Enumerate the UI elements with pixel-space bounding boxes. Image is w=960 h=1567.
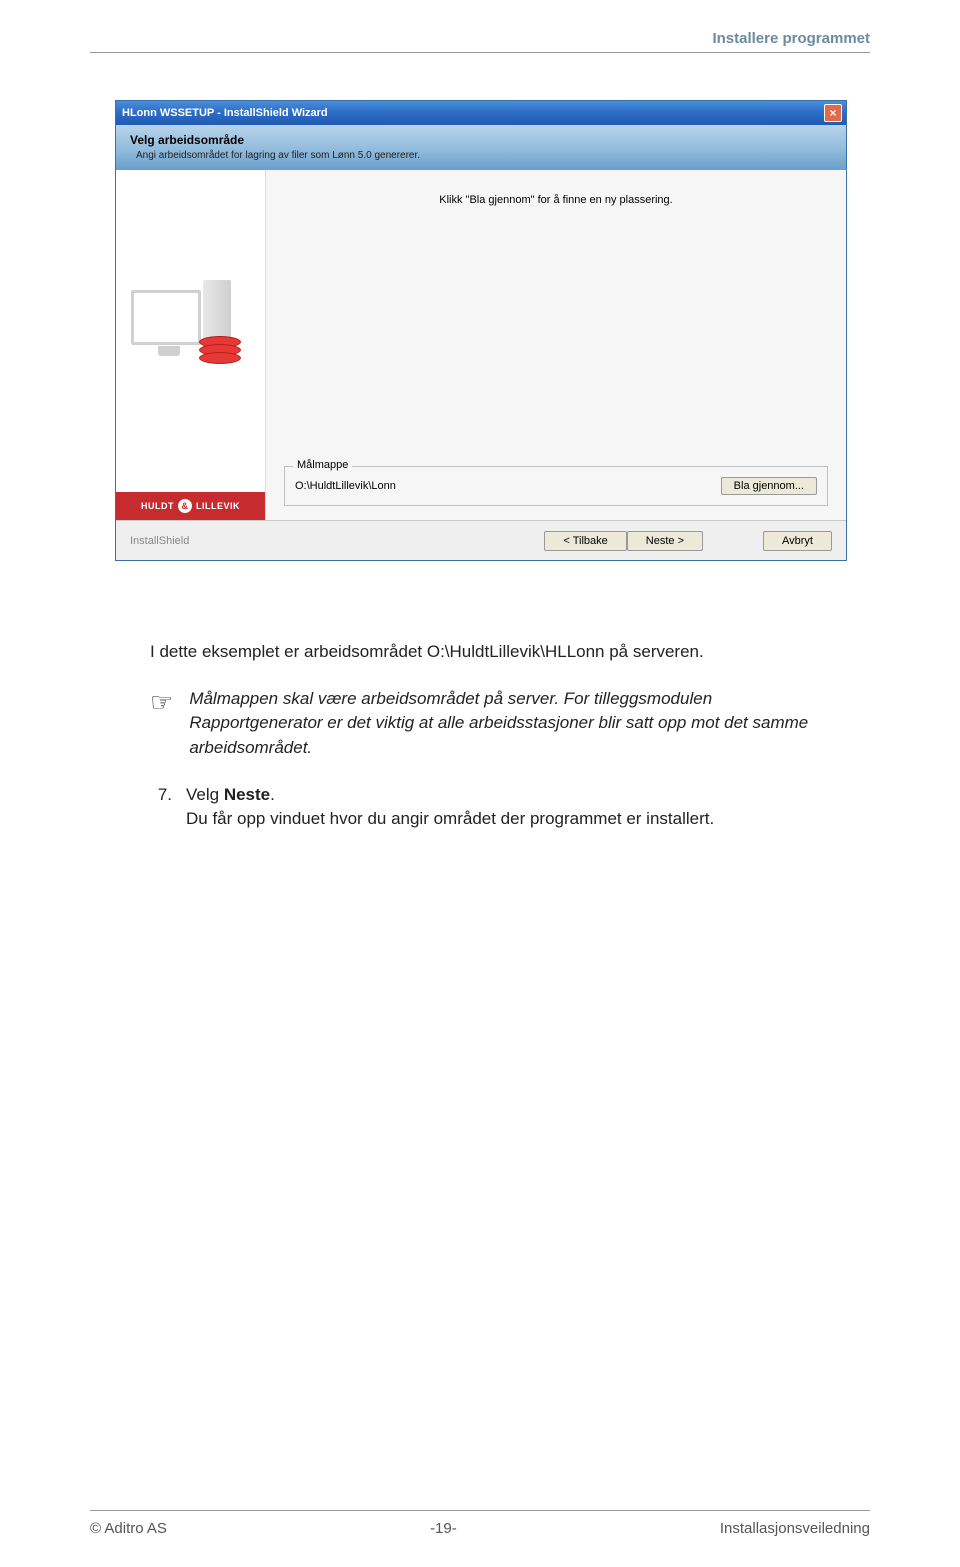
wizard-window: HLonn WSSETUP - InstallShield Wizard × V… — [115, 100, 847, 561]
step-7: 7. Velg Neste. Du får opp vinduet hvor d… — [150, 783, 840, 832]
wizard-main: Klikk "Bla gjennom" for å finne en ny pl… — [266, 170, 846, 520]
wizard-footer: InstallShield < Tilbake Neste > Avbryt — [116, 520, 846, 560]
footer-right: Installasjonsveiledning — [720, 1520, 870, 1537]
wizard-subheader: Velg arbeidsområde Angi arbeidsområdet f… — [116, 125, 846, 170]
target-legend: Målmappe — [293, 459, 352, 471]
page-header-title: Installere programmet — [712, 30, 870, 47]
wizard-body: HULDT & LILLEVIK Klikk "Bla gjennom" for… — [116, 170, 846, 520]
titlebar: HLonn WSSETUP - InstallShield Wizard × — [116, 101, 846, 125]
brand-amp-icon: & — [178, 499, 192, 513]
footer-left: © Aditro AS — [90, 1520, 167, 1537]
target-folder-group: Målmappe O:\HuldtLillevik\Lonn Bla gjenn… — [284, 466, 828, 506]
target-path: O:\HuldtLillevik\Lonn — [295, 480, 713, 492]
disks-icon — [199, 340, 241, 364]
note-text: Målmappen skal være arbeidsområdet på se… — [189, 687, 840, 761]
installshield-label: InstallShield — [130, 535, 544, 547]
intro-paragraph: I dette eksemplet er arbeidsområdet O:\H… — [150, 640, 840, 665]
pointing-hand-icon: ☞ — [150, 687, 173, 761]
cancel-button[interactable]: Avbryt — [763, 531, 832, 551]
step-bold: Neste — [224, 785, 270, 804]
wizard-sidebar: HULDT & LILLEVIK — [116, 170, 266, 520]
wizard-hint: Klikk "Bla gjennom" for å finne en ny pl… — [284, 190, 828, 206]
wizard-step-desc: Angi arbeidsområdet for lagring av filer… — [130, 150, 832, 161]
back-button[interactable]: < Tilbake — [544, 531, 626, 551]
doc-footer: © Aditro AS -19- Installasjonsveiledning — [90, 1520, 870, 1537]
body-text: I dette eksemplet er arbeidsområdet O:\H… — [150, 640, 840, 832]
monitor-icon — [131, 290, 201, 345]
close-icon[interactable]: × — [824, 104, 842, 122]
wizard-step-title: Velg arbeidsområde — [130, 133, 832, 147]
browse-button[interactable]: Bla gjennom... — [721, 477, 817, 495]
step-number: 7. — [150, 783, 172, 832]
note-row: ☞ Målmappen skal være arbeidsområdet på … — [150, 687, 840, 761]
header-divider — [90, 52, 870, 53]
step-prefix: Velg — [186, 785, 224, 804]
footer-center: -19- — [430, 1520, 457, 1537]
wizard-buttons: < Tilbake Neste > Avbryt — [544, 531, 832, 551]
step-text: Velg Neste. Du får opp vinduet hvor du a… — [186, 783, 714, 832]
computer-illustration — [131, 280, 251, 410]
window-title: HLonn WSSETUP - InstallShield Wizard — [122, 107, 824, 119]
footer-divider — [90, 1510, 870, 1511]
brand-right: LILLEVIK — [196, 501, 240, 511]
brand-left: HULDT — [141, 501, 174, 511]
next-button[interactable]: Neste > — [627, 531, 703, 551]
brand-logo: HULDT & LILLEVIK — [116, 492, 265, 520]
